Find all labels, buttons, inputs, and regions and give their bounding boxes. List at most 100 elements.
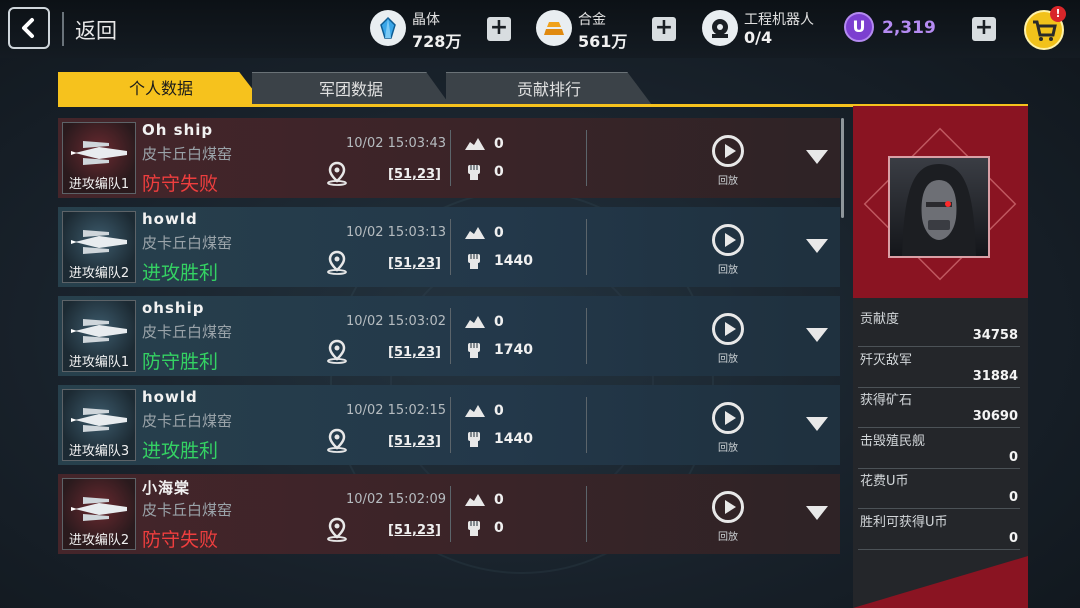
kills-value: 0 [494,520,504,536]
kills-value: 1440 [494,431,533,447]
battle-record-row[interactable]: 进攻编队1 ohship 皮卡丘白煤窑 防守胜利 10/02 15:03:02 … [58,296,796,376]
opponent-name: 小海棠 [142,479,191,497]
stat-value: 0 [1008,449,1018,465]
u-coin-icon: U [844,12,874,42]
coordinate-link[interactable]: [51,23] [388,167,441,182]
battle-record-row[interactable]: 进攻编队2 howld 皮卡丘白煤窑 进攻胜利 10/02 15:03:13 [… [58,207,796,287]
location-pin-icon[interactable] [324,249,350,279]
divider [586,219,587,275]
coordinate-link[interactable]: [51,23] [388,523,441,538]
kills-value: 1440 [494,253,533,269]
stat-label: 歼灭敌军 [860,352,913,368]
location-pin-icon[interactable] [324,160,350,190]
location-pin-icon[interactable] [324,516,350,546]
tab-personal-data[interactable]: 个人数据 [58,72,264,104]
fleet-thumbnail: 进攻编队2 [62,478,136,550]
replay-label[interactable]: 回放 [712,350,744,365]
chevron-down-icon[interactable] [806,150,828,164]
chevron-down-icon[interactable] [806,328,828,342]
opponent-name: Oh ship [142,121,214,139]
location-pin-icon[interactable] [324,338,350,368]
replay-label[interactable]: 回放 [712,528,744,543]
battle-result: 进攻胜利 [142,440,219,462]
divider [450,130,451,186]
battle-time: 10/02 15:03:43 [346,136,446,151]
tab-contribution-ranking[interactable]: 贡献排行 [446,72,652,105]
scrollbar[interactable] [841,118,844,218]
divider [62,12,64,46]
opponent-name: ohship [142,299,205,317]
avatar [888,156,990,258]
battle-result: 防守失败 [142,529,219,551]
location-pin-icon[interactable] [324,427,350,457]
opponent-name: howld [142,210,198,228]
stat-label: 花费U币 [860,474,909,489]
fist-icon [464,340,484,364]
ore-icon [464,403,486,423]
battle-result: 防守失败 [142,173,219,195]
fist-icon [464,251,484,275]
divider [858,548,1020,550]
notification-badge: ! [1050,6,1066,22]
replay-button[interactable] [712,224,744,256]
fist-icon [464,429,484,453]
ore-value: 0 [494,225,504,241]
stat-label: 获得矿石 [860,393,913,408]
stat-label: 击毁殖民舰 [860,433,926,449]
replay-button[interactable] [712,135,744,167]
stat-label: 胜利可获得U币 [860,514,948,530]
chevron-down-icon[interactable] [806,417,828,431]
mine-name: 皮卡丘白煤窑 [142,412,233,430]
mine-name: 皮卡丘白煤窑 [142,145,233,163]
battle-time: 10/02 15:02:09 [346,492,446,507]
replay-label[interactable]: 回放 [712,261,744,276]
replay-button[interactable] [712,402,744,434]
stat-value: 34758 [972,328,1018,343]
expand-area[interactable] [796,207,840,287]
add-crystal-button[interactable]: + [487,17,511,41]
battle-time: 10/02 15:02:15 [346,403,446,418]
resource-name: 工程机器人 [744,12,814,28]
add-u-coin-button[interactable]: + [972,17,996,41]
mine-name: 皮卡丘白煤窑 [142,501,233,519]
expand-area[interactable] [796,296,840,376]
battle-record-row[interactable]: 进攻编队1 Oh ship 皮卡丘白煤窑 防守失败 10/02 15:03:43… [58,118,796,198]
expand-area[interactable] [796,385,840,465]
fist-icon [464,162,484,186]
stat-value: 31884 [972,368,1018,384]
tab-legion-data[interactable]: 军团数据 [252,72,450,105]
replay-label[interactable]: 回放 [712,172,744,187]
back-button[interactable] [8,7,50,49]
ore-icon [464,225,486,245]
divider [450,486,451,542]
replay-button[interactable] [712,313,744,345]
back-label[interactable]: 返回 [75,15,117,45]
divider [858,467,1020,469]
battle-time: 10/02 15:03:02 [346,314,446,329]
battle-result: 防守胜利 [142,351,219,373]
fleet-label: 进攻编队3 [68,444,130,459]
opponent-name: howld [142,388,198,406]
add-alloy-button[interactable]: + [652,17,676,41]
fist-icon [464,518,484,542]
resource-name: 晶体 [412,12,440,28]
divider [858,508,1020,509]
chevron-down-icon[interactable] [806,506,828,520]
expand-area[interactable] [796,118,840,198]
coordinate-link[interactable]: [51,23] [388,345,441,360]
fleet-thumbnail: 进攻编队1 [62,122,136,194]
divider [586,308,587,364]
fleet-thumbnail: 进攻编队1 [62,300,136,372]
battle-record-row[interactable]: 进攻编队2 小海棠 皮卡丘白煤窑 防守失败 10/02 15:02:09 [51… [58,474,796,554]
coordinate-link[interactable]: [51,23] [388,256,441,271]
chevron-down-icon[interactable] [806,239,828,253]
kills-value: 0 [494,164,504,180]
replay-button[interactable] [712,491,744,523]
replay-label[interactable]: 回放 [712,439,744,454]
battle-record-row[interactable]: 进攻编队3 howld 皮卡丘白煤窑 进攻胜利 10/02 15:02:15 [… [58,385,796,465]
coordinate-link[interactable]: [51,23] [388,434,441,449]
ore-value: 0 [494,136,504,152]
resource-robot: 工程机器人 0/4 [702,8,832,52]
stat-value: 0 [1008,490,1018,505]
expand-area[interactable] [796,474,840,554]
